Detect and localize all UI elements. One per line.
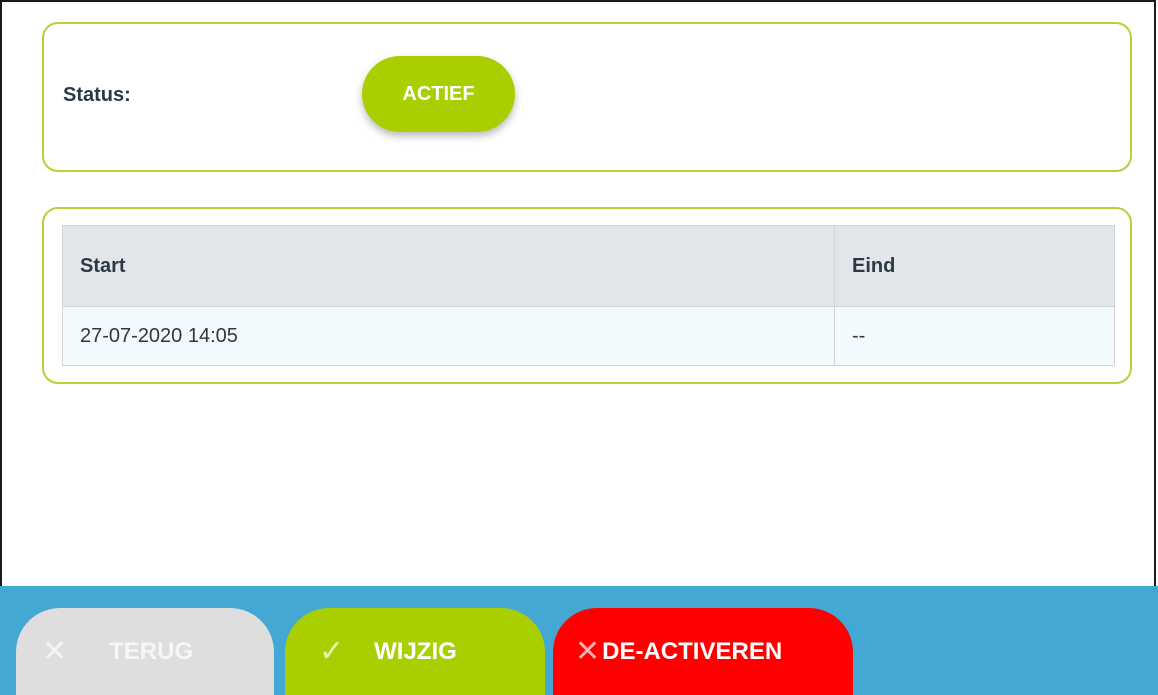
edit-button[interactable]: ✓ WIJZIG <box>285 608 545 695</box>
check-icon: ✓ <box>319 635 345 668</box>
cell-start: 27-07-2020 14:05 <box>62 306 835 366</box>
cell-end: -- <box>834 306 1115 366</box>
back-button[interactable]: ✕ TERUG <box>16 608 274 695</box>
status-badge[interactable]: ACTIEF <box>362 56 515 132</box>
periods-card: Start Eind 27-07-2020 14:05 -- <box>42 207 1132 384</box>
status-card: Status: ACTIEF <box>42 22 1132 172</box>
close-icon: ✕ <box>575 635 601 668</box>
column-header-start: Start <box>62 225 835 307</box>
status-label: Status: <box>63 84 131 106</box>
table-header-row: Start Eind <box>62 225 1115 307</box>
periods-table: Start Eind 27-07-2020 14:05 -- <box>62 225 1115 366</box>
table-row[interactable]: 27-07-2020 14:05 -- <box>62 306 1115 366</box>
action-bar: ✕ TERUG ✓ WIJZIG ✕ DE-ACTIVEREN <box>0 586 1158 695</box>
deactivate-button[interactable]: ✕ DE-ACTIVEREN <box>553 608 853 695</box>
edit-button-label: WIJZIG <box>374 637 457 665</box>
column-header-end: Eind <box>834 225 1115 307</box>
back-button-label: TERUG <box>109 637 194 665</box>
close-icon: ✕ <box>42 635 68 668</box>
deactivate-button-label: DE-ACTIVEREN <box>602 637 783 665</box>
